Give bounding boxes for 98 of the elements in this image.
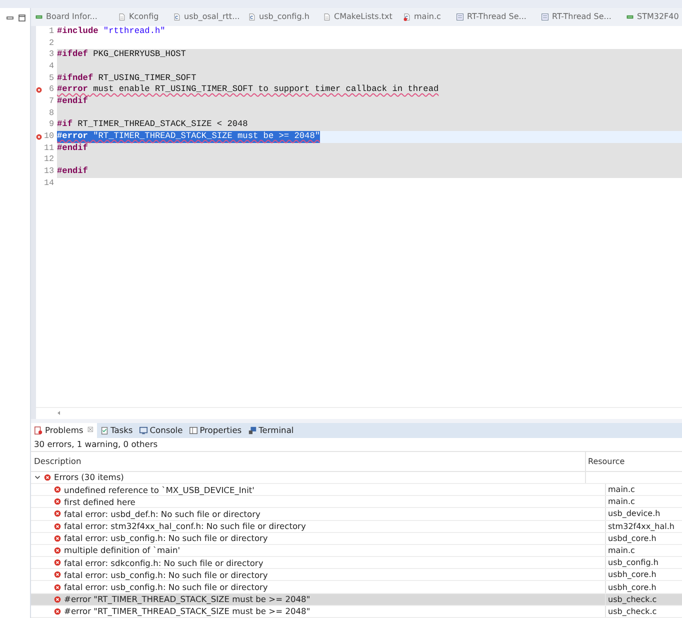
line-number: 3 <box>48 49 54 61</box>
problem-row[interactable]: first defined here main.c <box>31 496 682 508</box>
error-icon <box>54 534 61 542</box>
c-file-icon <box>248 12 256 21</box>
problem-description: fatal error: usbd_def.h: No such file or directory <box>64 508 260 519</box>
line-number: 2 <box>48 38 54 50</box>
line-number: 7 <box>48 96 54 108</box>
error-icon <box>44 474 51 481</box>
problem-resource: main.c <box>608 497 635 506</box>
editor-tab[interactable]: Board Infor... <box>31 8 114 26</box>
code-line: #endif <box>57 142 88 154</box>
error-icon <box>54 596 61 603</box>
problem-row[interactable]: fatal error: usb_config.h: No such file or directory usbd_core.h <box>31 532 682 545</box>
line-number: 11 <box>44 142 54 154</box>
problem-description: #error "RT_TIMER_THREAD_STACK_SIZE must be >= 2048" <box>64 594 310 604</box>
code-line: #ifdef PKG_CHERRYUSB_HOST <box>57 49 186 61</box>
problem-resource: usbh_core.h <box>608 582 656 592</box>
chevron-icon[interactable] <box>34 474 41 481</box>
problems-summary: 30 errors, 1 warning, 0 others <box>33 438 159 451</box>
problem-row[interactable]: #error "RT_TIMER_THREAD_STACK_SIZE must be >= 2048" usb_check.c <box>31 606 682 618</box>
panel-tab[interactable]: Console <box>136 422 186 438</box>
problem-description: fatal error: usb_config.h: No such file or directory <box>64 570 268 580</box>
editor-tab[interactable]: main.c <box>399 8 452 26</box>
table-icon <box>188 426 198 435</box>
problem-resource: usb_config.h <box>608 558 658 568</box>
problem-row[interactable]: fatal error: sdkconfig.h: No such file or directory usb_config.h <box>31 557 682 570</box>
line-number: 8 <box>48 108 54 120</box>
problem-row[interactable]: fatal error: usbd_def.h: No such file or directory usb_device.h <box>31 508 682 520</box>
problem-row[interactable]: undefined reference to `MX_USB_DEVICE_Init' main.c <box>31 484 682 496</box>
editor-tab[interactable]: STM32F40 <box>622 8 682 26</box>
chip-icon <box>626 12 634 21</box>
terminal-icon <box>248 426 257 435</box>
problem-row[interactable]: #error "RT_TIMER_THREAD_STACK_SIZE must be >= 2048" usb_check.c <box>31 594 682 606</box>
problem-description: fatal error: usb_config.h: No such file or directory <box>64 533 268 544</box>
editor-tab[interactable]: usb_config.h <box>244 8 319 26</box>
problem-row[interactable]: multiple definition of `main' main.c <box>31 544 682 558</box>
c-file-error-icon <box>403 12 411 21</box>
error-icon <box>54 498 61 506</box>
problem-row[interactable]: fatal error: usb_config.h: No such file or directory usbh_core.h <box>31 569 682 582</box>
problem-resource: usbh_core.h <box>608 570 656 580</box>
line-number: 12 <box>44 154 54 166</box>
error-icon <box>54 522 61 530</box>
error-icon <box>54 486 61 494</box>
code-line: #include "rtthread.h" <box>57 26 166 38</box>
editor-tab[interactable]: Kconfig <box>114 8 169 26</box>
file-icon <box>323 12 331 21</box>
c-file-icon <box>173 12 181 21</box>
line-number: 1 <box>48 26 54 38</box>
line-number: 5 <box>48 72 54 84</box>
code-line: #endif <box>57 166 88 178</box>
problems-icon <box>34 426 43 435</box>
maximize-icon[interactable] <box>18 14 26 22</box>
editor-tab[interactable]: CMakeLists.txt <box>319 8 399 26</box>
problem-resource: main.c <box>608 546 635 555</box>
code-line: #if RT_TIMER_THREAD_STACK_SIZE < 2048 <box>57 119 248 132</box>
editor-tab[interactable]: RT-Thread Se... <box>537 8 622 26</box>
panel-tab[interactable]: Tasks <box>96 422 136 438</box>
error-icon <box>54 608 61 615</box>
file-icon <box>118 12 126 21</box>
problem-description: first defined here <box>64 496 136 507</box>
line-number: 14 <box>44 178 54 190</box>
problem-resource: usb_check.c <box>608 594 657 604</box>
problem-resource: stm32f4xx_hal.h <box>608 522 674 531</box>
problem-resource: usb_check.c <box>608 606 657 616</box>
line-number: 4 <box>48 60 54 73</box>
chip-icon <box>35 12 43 21</box>
problem-description: #error "RT_TIMER_THREAD_STACK_SIZE must be >= 2048" <box>64 606 310 616</box>
line-number: 6 <box>48 84 54 96</box>
scroll-left-icon[interactable] <box>56 410 62 416</box>
problem-description: fatal error: usb_config.h: No such file or directory <box>64 582 268 592</box>
column-header[interactable]: Resource <box>586 452 682 471</box>
line-number: 9 <box>48 119 54 132</box>
problem-row[interactable]: fatal error: stm32f4xx_hal_conf.h: No such file or directory stm32f4xx_hal.h <box>31 520 682 533</box>
editor-tab[interactable]: RT-Thread Se... <box>452 8 537 26</box>
monitor-icon <box>138 426 148 435</box>
line-number: 10 <box>44 131 54 143</box>
clipboard-icon <box>100 426 109 435</box>
problem-resource: usbd_core.h <box>608 534 656 543</box>
error-icon <box>54 571 61 578</box>
problem-description: fatal error: stm32f4xx_hal_conf.h: No such file or directory <box>64 521 306 532</box>
problem-resource: usb_device.h <box>608 509 660 518</box>
panel-tab[interactable]: Terminal <box>244 422 297 438</box>
group-label[interactable]: Errors (30 items) <box>54 472 124 482</box>
editor-tab[interactable]: usb_osal_rtt... <box>169 8 244 26</box>
problem-description: fatal error: sdkconfig.h: No such file or directory <box>64 558 264 568</box>
problem-resource: main.c <box>608 485 635 494</box>
problem-description: undefined reference to `MX_USB_DEVICE_Init' <box>64 484 254 495</box>
error-icon <box>54 559 61 566</box>
column-header[interactable]: Description <box>31 452 586 471</box>
problem-description: multiple definition of `main' <box>64 545 180 556</box>
error-icon <box>54 546 61 554</box>
line-number: 13 <box>44 166 54 178</box>
code-line: #error must enable RT_USING_TIMER_SOFT to support timer callback in thread <box>57 84 439 96</box>
panel-tab[interactable]: Properties <box>186 422 245 438</box>
code-line: #ifndef RT_USING_TIMER_SOFT <box>57 72 196 84</box>
error-icon <box>54 510 61 518</box>
error-icon <box>54 584 61 591</box>
code-line: #endif <box>57 96 88 108</box>
